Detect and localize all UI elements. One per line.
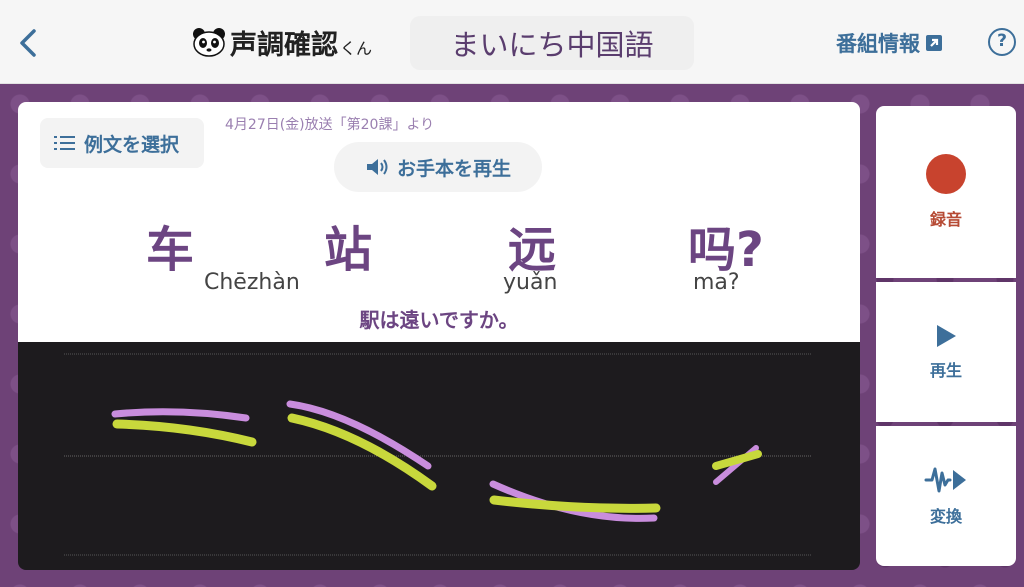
play-model-button[interactable]: お手本を再生 [334, 142, 542, 192]
select-sentence-label: 例文を選択 [84, 133, 180, 156]
external-link-icon [926, 35, 942, 51]
app-header: 声調確認 くん まいにち中国語 番組情報 ? [0, 0, 1024, 84]
help-icon[interactable]: ? [988, 28, 1016, 56]
translation: 駅は遠いですか。 [359, 308, 519, 332]
hanzi-char: 车 [146, 222, 195, 278]
show-title: まいにち中国語 [410, 16, 694, 70]
pitch-graph [18, 342, 860, 570]
model-curve [111, 408, 250, 422]
back-chevron-icon[interactable] [14, 26, 44, 60]
user-curve [112, 419, 257, 447]
pinyin-word: Chēzhàn [204, 270, 300, 295]
pinyin-word: ma? [693, 270, 740, 295]
convert-label: 変換 [929, 507, 962, 526]
broadcast-info: 4月27日(金)放送「第20課」より [225, 117, 435, 133]
convert-button[interactable]: 変換 [876, 426, 1016, 566]
app-title: 声調確認 [230, 29, 338, 61]
list-icon [54, 136, 75, 150]
app-name: 声調確認 くん [192, 24, 373, 61]
play-label: 再生 [929, 361, 962, 380]
pinyin-word: yuǎn [503, 270, 558, 295]
record-icon [926, 154, 966, 194]
panda-icon [193, 28, 225, 57]
app-title-suffix: くん [340, 39, 373, 58]
program-info-label: 番組情報 [836, 32, 920, 56]
record-label: 録音 [929, 210, 962, 229]
pitch-curves [64, 353, 812, 556]
speaker-icon [366, 159, 388, 175]
hanzi-char: 站 [324, 222, 373, 278]
waveform-play-icon [924, 467, 966, 493]
program-info-link[interactable]: 番組情報 [836, 28, 943, 58]
record-button[interactable]: 録音 [876, 106, 1016, 278]
sentence-card: 例文を選択 4月27日(金)放送「第20課」より お手本を再生 车 站 远 吗?… [18, 102, 860, 342]
user-curve [489, 495, 661, 513]
play-button[interactable]: 再生 [876, 282, 1016, 422]
model-curve [286, 400, 432, 470]
play-model-label: お手本を再生 [396, 157, 511, 180]
select-sentence-button[interactable]: 例文を選択 [40, 118, 204, 168]
play-icon [937, 325, 956, 347]
